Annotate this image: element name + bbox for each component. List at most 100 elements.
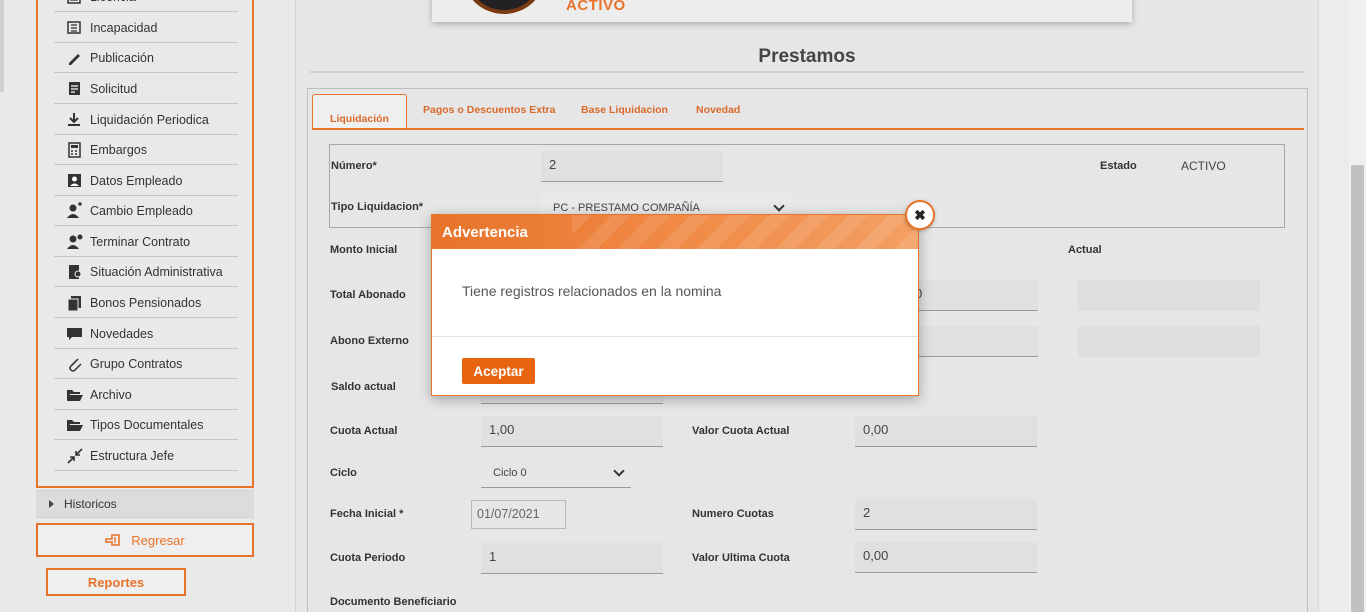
calculator-icon (66, 141, 84, 159)
monto-inicial-label: Monto Inicial (330, 244, 398, 256)
employee-card: ACTIVO (432, 0, 1132, 22)
scrollbar-thumb[interactable] (1351, 165, 1364, 612)
sidebar-item-liquidación-periodica[interactable]: Liquidación Periodica (54, 105, 238, 135)
tab-liquidacion[interactable]: Liquidación (312, 94, 407, 130)
ciclo-value: Ciclo 0 (493, 466, 527, 479)
document-user-icon (66, 263, 84, 281)
comment-icon (66, 325, 84, 343)
stack-icon (66, 294, 84, 312)
sidebar-item-label: Embargos (90, 142, 147, 157)
cuota-periodo-input[interactable]: 1 (481, 543, 663, 574)
document-icon (66, 80, 84, 98)
reportes-button[interactable]: Reportes (46, 568, 186, 596)
sidebar-item-solicitud[interactable]: Solicitud (54, 74, 238, 104)
sidebar-edge (0, 0, 4, 92)
back-hand-icon (105, 534, 121, 546)
sidebar-item-bonos-pensionados[interactable]: Bonos Pensionados (54, 288, 238, 318)
numero-input[interactable]: 2 (541, 151, 723, 182)
valor-ultima-cuota-label: Valor Ultima Cuota (692, 552, 790, 564)
dialog-message: Tiene registros relacionados en la nomin… (462, 283, 722, 299)
folder-open-icon (66, 416, 84, 434)
sidebar-item-label: Bonos Pensionados (90, 295, 202, 310)
first-aid-icon (66, 19, 84, 37)
sidebar-item-label: Publicación (90, 50, 154, 65)
tab-base-liquidacion[interactable]: Base Liquidacion (581, 104, 668, 116)
sidebar-item-label: Novedades (90, 326, 154, 341)
avatar (462, 0, 546, 14)
historicos-toggle[interactable]: Historicos (36, 490, 254, 518)
sidebar-item-label: Liquidación Periodica (90, 112, 209, 127)
tipo-liquidacion-value: PC - PRESTAMO COMPAÑÍA (553, 201, 700, 214)
download-icon (66, 111, 84, 129)
fecha-inicial-input[interactable]: 01/07/2021 (471, 500, 566, 529)
chevron-down-icon (773, 200, 785, 212)
sidebar-item-label: Datos Empleado (90, 173, 183, 188)
tab-pagos-descuentos[interactable]: Pagos o Descuentos Extra (423, 104, 555, 116)
compress-icon (66, 447, 84, 465)
sidebar-item-label: Cambio Empleado (90, 203, 193, 218)
accept-button[interactable]: Aceptar (462, 358, 535, 384)
page-title: Prestamos (758, 46, 856, 67)
sidebar-item-datos-empleado[interactable]: Datos Empleado (54, 166, 238, 196)
ciclo-select[interactable]: Ciclo 0 (481, 458, 631, 488)
sidebar-item-estructura-jefe[interactable]: Estructura Jefe (54, 441, 238, 471)
sidebar-item-archivo[interactable]: Archivo (54, 380, 238, 410)
dialog-title: Advertencia (442, 224, 528, 241)
numero-cuotas-input[interactable]: 2 (855, 499, 1037, 530)
title-divider (310, 71, 1304, 73)
cuota-periodo-label: Cuota Periodo (330, 552, 406, 564)
header-pattern (572, 215, 918, 249)
estado-value: ACTIVO (1181, 159, 1226, 173)
dialog-header: Advertencia (432, 215, 918, 249)
sidebar-item-label: Archivo (90, 387, 132, 402)
sidebar-item-licencia[interactable]: Licencia (54, 0, 238, 12)
list-icon (66, 0, 84, 6)
valor-cuota-actual-label: Valor Cuota Actual (692, 425, 790, 437)
regresar-button[interactable]: Regresar (36, 523, 254, 557)
sidebar-item-label: Terminar Contrato (90, 234, 191, 249)
sidebar-item-label: Incapacidad (90, 20, 158, 35)
close-button[interactable]: ✖ (905, 200, 935, 230)
sidebar-item-label: Solicitud (90, 81, 138, 96)
sidebar-item-novedades[interactable]: Novedades (54, 319, 238, 349)
dialog-divider (432, 336, 918, 337)
sidebar-item-incapacidad[interactable]: Incapacidad (54, 13, 238, 43)
sidebar-item-label: Licencia (90, 0, 136, 4)
abono-externo-label: Abono Externo (330, 335, 409, 347)
sidebar-item-label: Estructura Jefe (90, 448, 175, 463)
sidebar-item-label: Grupo Contratos (90, 356, 183, 371)
total-abonado-actual-input[interactable] (1078, 280, 1260, 311)
sidebar-item-terminar-contrato[interactable]: Terminar Contrato (54, 227, 238, 257)
sidebar-item-cambio-empleado[interactable]: Cambio Empleado (54, 196, 238, 226)
numero-label: Número* (331, 160, 377, 172)
caret-right-icon (49, 500, 54, 508)
regresar-label: Regresar (131, 532, 185, 548)
close-icon: ✖ (914, 207, 926, 223)
sidebar-menu: Licencia Incapacidad Publicación Solicitud L… (36, 0, 254, 488)
saldo-actual-label: Saldo actual (331, 381, 396, 393)
sidebar-item-label: Situación Administrativa (90, 264, 223, 279)
sidebar-item-publicación[interactable]: Publicación (54, 43, 238, 73)
actual-label: Actual (1068, 244, 1102, 256)
valor-cuota-actual-input[interactable]: 0,00 (855, 416, 1037, 447)
fecha-inicial-label: Fecha Inicial * (330, 508, 404, 520)
sidebar-item-grupo-contratos[interactable]: Grupo Contratos (54, 349, 238, 379)
sidebar-item-situación-administrativa[interactable]: Situación Administrativa (54, 257, 238, 287)
valor-ultima-cuota-input[interactable]: 0,00 (855, 542, 1037, 573)
folder-open-icon (66, 386, 84, 404)
user-remove-icon (66, 233, 84, 251)
sidebar: Licencia Incapacidad Publicación Solicitud L… (0, 0, 296, 612)
warning-dialog: Advertencia Tiene registros relacionados… (431, 214, 919, 396)
user-change-icon (66, 201, 84, 220)
historicos-label: Historicos (64, 497, 117, 511)
sidebar-item-embargos[interactable]: Embargos (54, 135, 238, 165)
cuota-actual-input[interactable]: 1,00 (481, 416, 663, 447)
numero-cuotas-label: Numero Cuotas (692, 508, 774, 520)
tab-novedad[interactable]: Novedad (696, 104, 740, 116)
sidebar-item-tipos-documentales[interactable]: Tipos Documentales (54, 410, 238, 440)
pencil-icon (66, 49, 84, 67)
abono-externo-actual-input[interactable] (1078, 326, 1260, 357)
employee-status: ACTIVO (566, 0, 626, 14)
total-abonado-label: Total Abonado (330, 289, 406, 301)
estado-label: Estado (1100, 160, 1137, 172)
